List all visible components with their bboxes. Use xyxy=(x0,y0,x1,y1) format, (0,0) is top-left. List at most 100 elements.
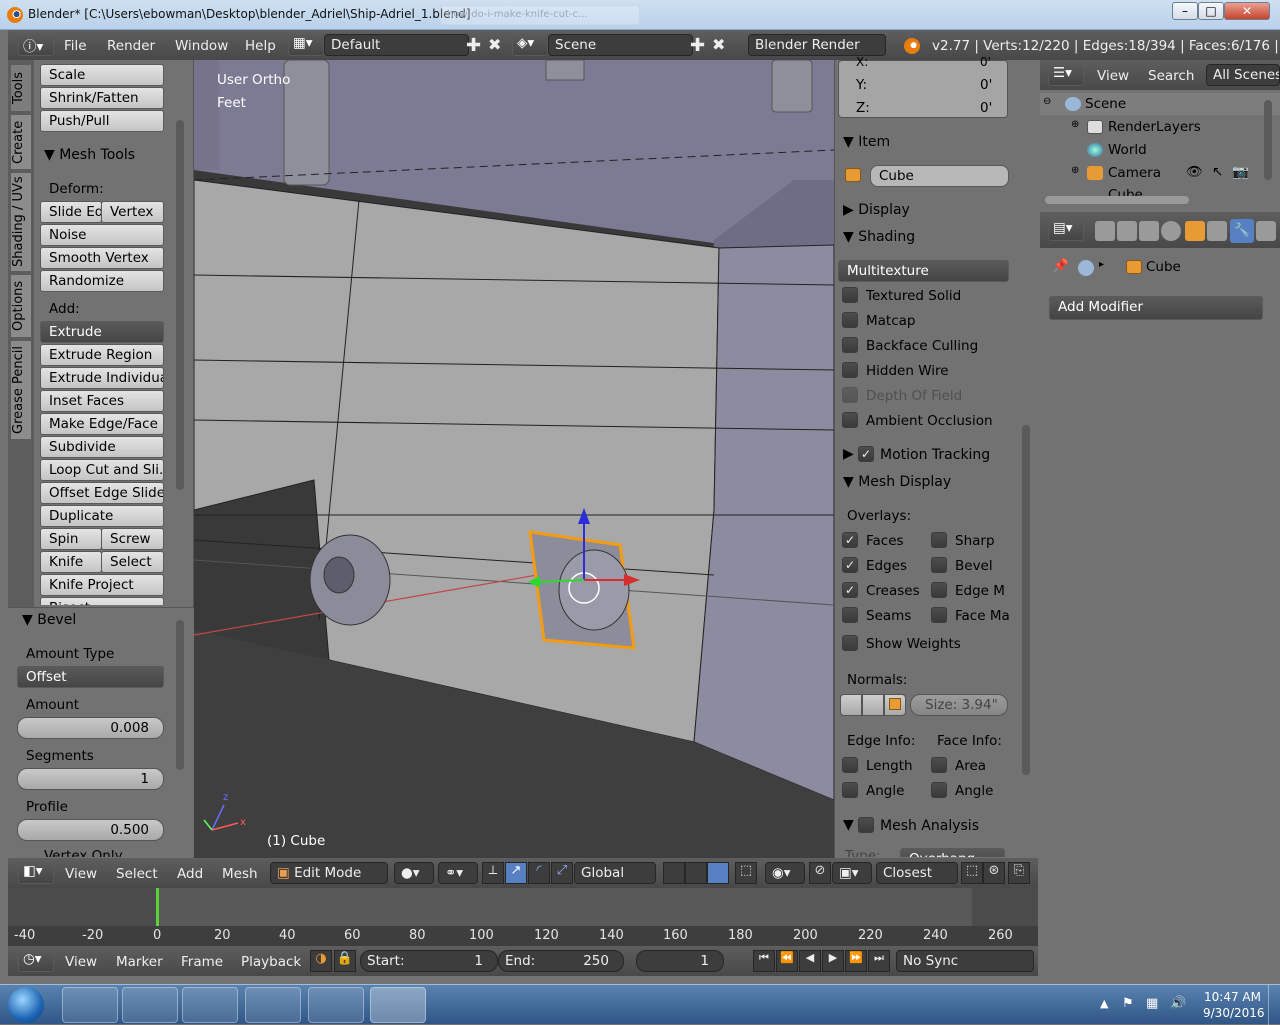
item-header[interactable]: ▼ Item xyxy=(843,134,890,150)
outliner-item-camera[interactable]: Camera xyxy=(1108,165,1161,181)
mesh-analysis-header[interactable]: ▼ xyxy=(843,817,854,833)
mesh-display-header[interactable]: ▼ Mesh Display xyxy=(843,474,951,490)
edge-length-checkbox[interactable] xyxy=(842,757,858,773)
edge-angle-checkbox[interactable] xyxy=(842,782,858,798)
object-tab-icon[interactable] xyxy=(1185,221,1205,241)
maximize-button[interactable]: □ xyxy=(1198,2,1224,20)
expand-icon[interactable]: ⊕ xyxy=(1071,119,1079,130)
add-scene-icon[interactable]: ✚ xyxy=(690,35,705,56)
scale-button[interactable]: Scale xyxy=(40,64,164,86)
timeline-menu-playback[interactable]: Playback xyxy=(241,954,301,970)
screw-button[interactable]: Screw xyxy=(101,528,164,550)
extrude-region-button[interactable]: Extrude Region xyxy=(40,344,164,366)
view3d-menu-add[interactable]: Add xyxy=(177,866,203,882)
shading-header[interactable]: ▼ Shading xyxy=(843,229,915,245)
snap-toggle-icon[interactable]: ⊘ xyxy=(809,862,831,884)
outliner-item-cube[interactable]: Cube xyxy=(1087,187,1143,196)
tab-options[interactable]: Options xyxy=(10,274,32,338)
timeline-menu-view[interactable]: View xyxy=(65,954,97,970)
backface-culling-checkbox[interactable] xyxy=(842,337,858,353)
remove-scene-icon[interactable]: ✖ xyxy=(712,35,725,54)
jump-end-icon[interactable]: ⏭ xyxy=(868,950,890,972)
screen-layout-dropdown[interactable]: Default xyxy=(324,34,469,56)
tab-create[interactable]: Create xyxy=(10,114,32,170)
noise-button[interactable]: Noise xyxy=(40,224,164,246)
shrink-fatten-button[interactable]: Shrink/Fatten xyxy=(40,87,164,109)
ambient-occlusion-checkbox[interactable] xyxy=(842,412,858,428)
bevel-scrollbar[interactable] xyxy=(176,620,184,770)
outliner-vscrollbar[interactable] xyxy=(1264,100,1272,180)
firefox-icon[interactable] xyxy=(308,987,364,1023)
show-desktop-button[interactable] xyxy=(1268,985,1280,1025)
outliner-hscrollbar[interactable] xyxy=(1045,196,1189,204)
edge-select-icon[interactable] xyxy=(685,862,707,884)
sync-mode-dropdown[interactable]: No Sync xyxy=(896,950,1034,972)
limit-selection-icon[interactable]: ⬚ xyxy=(735,862,757,884)
slide-vertex-button[interactable]: Vertex xyxy=(101,201,164,223)
outliner-item-scene[interactable]: Scene xyxy=(1085,96,1126,112)
amount-field[interactable]: 0.008 xyxy=(17,717,164,739)
snap-options-icon[interactable]: ⬚ xyxy=(961,862,983,884)
3d-viewport[interactable]: User Ortho Feet z x (1) Cube xyxy=(194,60,834,858)
display-header[interactable]: ▶ Display xyxy=(843,202,910,218)
outliner-item-renderlayers[interactable]: RenderLayers xyxy=(1108,119,1201,135)
collapse-icon[interactable]: ⊖ xyxy=(1043,96,1051,107)
face-select-icon[interactable] xyxy=(707,862,729,884)
mesh-analysis-checkbox[interactable] xyxy=(858,817,874,833)
expand-icon[interactable]: ⊕ xyxy=(1071,165,1079,176)
face-area-checkbox[interactable] xyxy=(931,757,947,773)
current-frame-field[interactable]: 1 xyxy=(636,950,724,972)
constraints-tab-icon[interactable] xyxy=(1207,221,1227,241)
blender-taskbar-icon[interactable] xyxy=(370,987,426,1023)
type-dropdown[interactable]: Overhang xyxy=(900,848,1005,857)
info-editor-type-icon[interactable]: ⓘ▾ xyxy=(18,34,54,56)
action-center-flag-icon[interactable]: ⚑ xyxy=(1122,996,1134,1011)
scene-tab-icon[interactable] xyxy=(1139,221,1159,241)
chrome-icon[interactable] xyxy=(245,987,301,1023)
start-button[interactable] xyxy=(8,987,44,1023)
3d-view-editor-icon[interactable]: ◧▾ xyxy=(18,862,54,884)
inset-faces-button[interactable]: Inset Faces xyxy=(40,390,164,412)
slide-edge-button[interactable]: Slide Ed xyxy=(40,201,102,223)
timeline-editor-icon[interactable]: ◷▾ xyxy=(18,950,54,972)
x-value[interactable]: 0' xyxy=(980,55,991,69)
scene-dropdown[interactable]: Scene xyxy=(548,34,693,56)
motion-tracking-checkbox[interactable]: ✓ xyxy=(858,446,874,462)
close-button[interactable]: ✕ xyxy=(1224,2,1270,20)
timeline-menu-marker[interactable]: Marker xyxy=(116,954,163,970)
outliner-menu-view[interactable]: View xyxy=(1097,68,1129,84)
pivot-point-dropdown[interactable]: ⚭▾ xyxy=(438,862,478,884)
file-explorer-icon[interactable] xyxy=(122,987,178,1023)
volume-icon[interactable]: 🔊 xyxy=(1170,996,1186,1011)
rotate-manipulator-icon[interactable]: ◜ xyxy=(528,862,550,884)
outliner-filter-dropdown[interactable]: All Scenes xyxy=(1206,64,1280,86)
loop-cut-button[interactable]: Loop Cut and Sli... xyxy=(40,459,164,481)
mode-dropdown[interactable]: ▣ Edit Mode xyxy=(270,862,388,884)
selectable-cursor-icon[interactable]: ↖ xyxy=(1212,164,1223,180)
amount-type-dropdown[interactable]: Offset xyxy=(17,666,164,688)
profile-field[interactable]: 0.500 xyxy=(17,819,164,841)
mesh-tools-header[interactable]: ▼ Mesh Tools xyxy=(44,147,135,163)
object-name-field[interactable]: Cube xyxy=(870,165,1009,187)
media-player-icon[interactable] xyxy=(182,987,238,1023)
data-tab-icon[interactable] xyxy=(1256,221,1276,241)
z-value[interactable]: 0' xyxy=(980,100,992,116)
outliner-menu-search[interactable]: Search xyxy=(1148,68,1194,84)
minimize-button[interactable]: – xyxy=(1172,2,1198,20)
knife-button[interactable]: Knife xyxy=(40,551,102,573)
tab-tools[interactable]: Tools xyxy=(10,64,32,112)
offset-edge-slide-button[interactable]: Offset Edge Slide xyxy=(40,482,164,504)
proportional-edit-dropdown[interactable]: ◉▾ xyxy=(765,862,805,884)
edges-checkbox[interactable]: ✓ xyxy=(842,557,858,573)
menu-help[interactable]: Help xyxy=(245,38,276,54)
face-angle-checkbox[interactable] xyxy=(931,782,947,798)
visibility-eye-icon[interactable]: 👁 xyxy=(1186,164,1203,180)
duplicate-button[interactable]: Duplicate xyxy=(40,505,164,527)
faces-checkbox[interactable]: ✓ xyxy=(842,532,858,548)
internet-explorer-icon[interactable] xyxy=(62,987,118,1023)
normals-vertex-button[interactable] xyxy=(840,694,862,716)
scene-icon[interactable]: ◈▾ xyxy=(512,34,548,56)
modifiers-wrench-tab-icon[interactable]: 🔧 xyxy=(1230,219,1254,243)
sharp-checkbox[interactable] xyxy=(931,532,947,548)
bevel-overlay-checkbox[interactable] xyxy=(931,557,947,573)
